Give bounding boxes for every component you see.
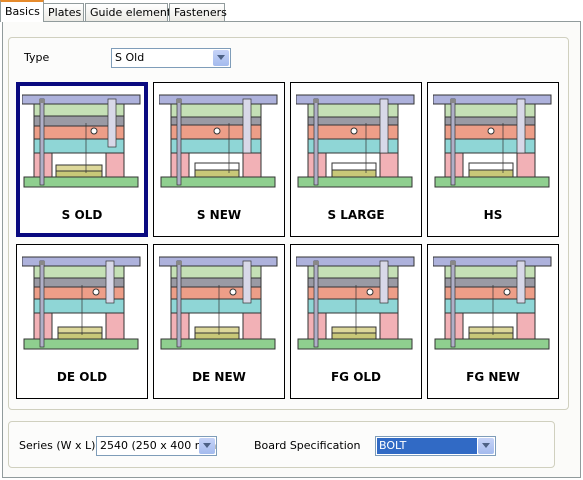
mold-base-s-large-icon — [296, 93, 416, 205]
mold-card-label: HS — [483, 208, 503, 222]
series-dropdown[interactable]: 2540 (250 x 400 mm — [96, 436, 217, 456]
mold-card-label: S NEW — [196, 208, 242, 222]
tab-bar: Basics Plates Guide elements Fasteners — [0, 0, 583, 22]
mold-base-de-old-icon — [22, 255, 142, 367]
chevron-down-icon[interactable] — [478, 438, 494, 454]
tab-fasteners[interactable]: Fasteners — [169, 3, 227, 21]
series-label: Series (W x L) — [19, 439, 96, 452]
mold-card-fg-new[interactable]: FG NEW — [427, 244, 559, 399]
board-spec-label: Board Specification — [254, 439, 361, 452]
type-dropdown-value: S Old — [115, 51, 145, 64]
mold-base-s-old-icon — [22, 93, 142, 205]
mold-base-hs-icon — [433, 93, 553, 205]
dimensions-group: Series (W x L) 2540 (250 x 400 mm Board … — [8, 421, 555, 468]
tab-guide-elements[interactable]: Guide elements — [85, 3, 177, 21]
mold-card-s-new[interactable]: S NEW — [153, 82, 285, 237]
mold-card-s-old[interactable]: S OLD — [16, 82, 148, 237]
mold-base-de-new-icon — [159, 255, 279, 367]
mold-card-fg-old[interactable]: FG OLD — [290, 244, 422, 399]
mold-card-label: FG OLD — [330, 370, 382, 384]
type-label: Type — [24, 51, 50, 64]
mold-card-label: DE OLD — [56, 370, 108, 384]
mold-base-fg-old-icon — [296, 255, 416, 367]
mold-base-fg-new-icon — [433, 255, 553, 367]
mold-card-label: DE NEW — [192, 370, 246, 384]
mold-card-de-new[interactable]: DE NEW — [153, 244, 285, 399]
board-spec-dropdown-value: BOLT — [377, 438, 477, 454]
tab-basics[interactable]: Basics — [0, 0, 44, 22]
mold-card-label: S LARGE — [327, 208, 385, 222]
tab-plates[interactable]: Plates — [43, 3, 84, 21]
mold-card-hs[interactable]: HS — [427, 82, 559, 237]
mold-card-de-old[interactable]: DE OLD — [16, 244, 148, 399]
type-dropdown[interactable]: S Old — [111, 48, 231, 68]
chevron-down-icon[interactable] — [199, 438, 215, 454]
mold-card-label: FG NEW — [466, 370, 520, 384]
board-spec-dropdown[interactable]: BOLT — [375, 436, 496, 456]
mold-card-s-large[interactable]: S LARGE — [290, 82, 422, 237]
chevron-down-icon[interactable] — [213, 50, 229, 66]
mold-card-label: S OLD — [61, 208, 103, 222]
mold-base-s-new-icon — [159, 93, 279, 205]
